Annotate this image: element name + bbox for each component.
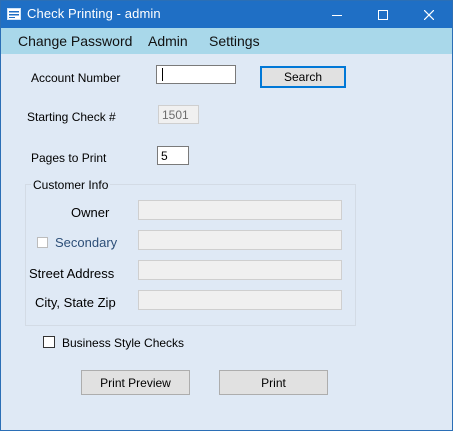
secondary-label: Secondary <box>55 235 118 250</box>
maximize-button[interactable] <box>360 1 406 28</box>
street-address-label: Street Address <box>29 266 115 281</box>
window-title: Check Printing - admin <box>27 6 161 21</box>
starting-check-input[interactable] <box>158 105 199 124</box>
street-address-input[interactable] <box>138 260 342 280</box>
secondary-checkbox[interactable] <box>37 237 48 248</box>
maximize-icon <box>378 9 388 20</box>
owner-input[interactable] <box>138 200 342 220</box>
secondary-input[interactable] <box>138 230 342 250</box>
city-state-zip-input[interactable] <box>138 290 342 310</box>
print-button[interactable]: Print <box>219 370 328 395</box>
close-button[interactable] <box>406 1 452 28</box>
title-bar[interactable]: Check Printing - admin <box>1 1 452 28</box>
starting-check-label: Starting Check # <box>27 110 116 124</box>
account-number-label: Account Number <box>31 71 121 85</box>
owner-label: Owner <box>71 205 110 220</box>
business-style-checkbox[interactable] <box>43 336 55 348</box>
customer-info-title: Customer Info <box>31 178 111 192</box>
minimize-icon <box>332 14 342 16</box>
minimize-button[interactable] <box>314 1 360 28</box>
app-window: Check Printing - admin Change Password A… <box>0 0 453 431</box>
city-state-zip-label: City, State Zip <box>35 295 116 310</box>
menu-settings[interactable]: Settings <box>209 33 260 49</box>
print-preview-button[interactable]: Print Preview <box>81 370 190 395</box>
app-icon <box>7 8 21 20</box>
text-caret <box>162 68 163 81</box>
business-style-label: Business Style Checks <box>62 336 185 350</box>
menu-change-password[interactable]: Change Password <box>18 33 132 49</box>
pages-to-print-input[interactable] <box>157 146 189 165</box>
menu-bar: Change Password Admin Settings <box>1 28 452 54</box>
menu-admin[interactable]: Admin <box>148 33 188 49</box>
close-icon <box>424 9 434 20</box>
pages-to-print-label: Pages to Print <box>31 151 107 165</box>
search-button[interactable]: Search <box>260 66 346 88</box>
account-number-input[interactable] <box>156 65 236 84</box>
